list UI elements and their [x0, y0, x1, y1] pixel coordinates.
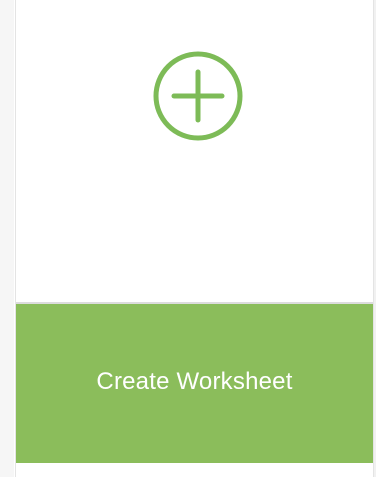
- create-worksheet-card[interactable]: Create Worksheet: [15, 0, 374, 477]
- page: Create Worksheet: [0, 0, 376, 477]
- left-gutter: [0, 0, 14, 477]
- card-icon-area: [16, 0, 373, 302]
- card-bottom-margin: [16, 463, 373, 477]
- plus-circle-icon: [152, 50, 244, 142]
- create-worksheet-button[interactable]: Create Worksheet: [16, 304, 373, 463]
- create-worksheet-label: Create Worksheet: [96, 367, 293, 395]
